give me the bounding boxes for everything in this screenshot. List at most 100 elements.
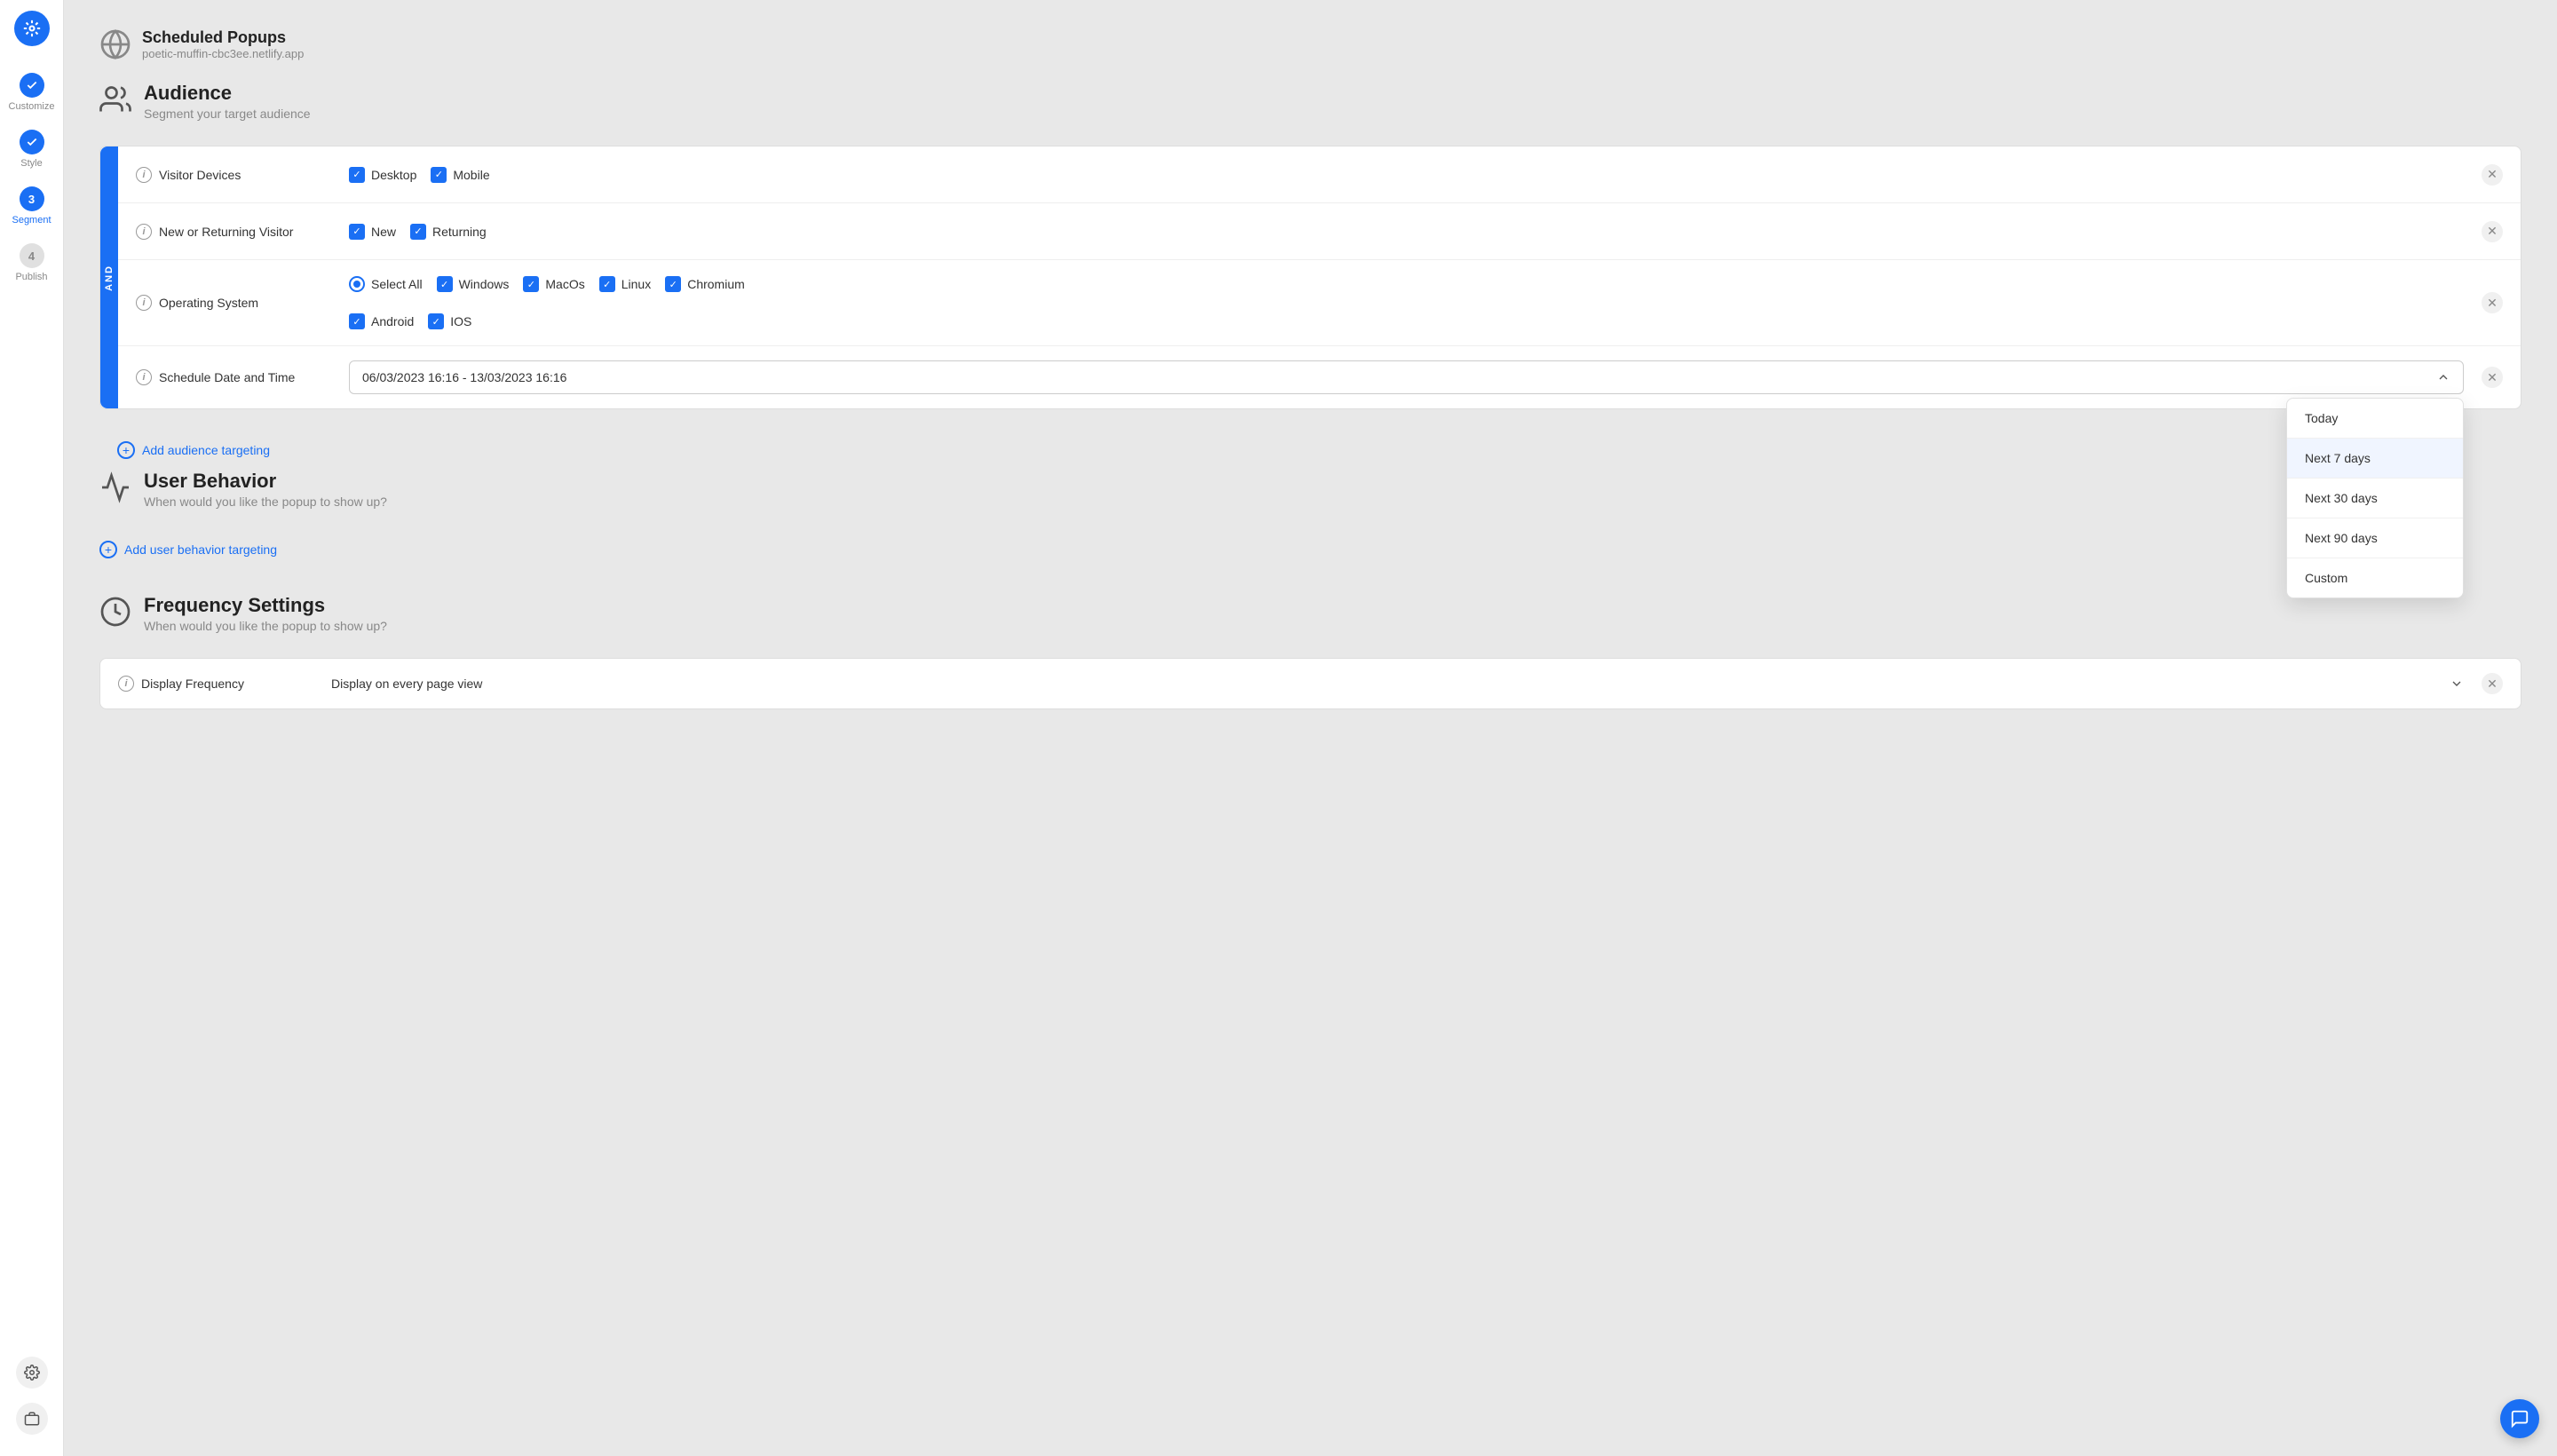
display-frequency-value: Display on every page view [331,677,482,691]
os-text: Operating System [159,296,258,310]
android-checkbox-item[interactable]: ✓ Android [349,313,414,329]
new-checkbox[interactable]: ✓ [349,224,365,240]
schedule-text: Schedule Date and Time [159,370,295,384]
os-content: Select All ✓ Windows ✓ MacOs [349,276,2464,329]
macos-checkbox[interactable]: ✓ [523,276,539,292]
user-behavior-subtitle: When would you like the popup to show up… [144,495,387,509]
new-checkbox-item[interactable]: ✓ New [349,224,396,240]
sidebar-label-publish: Publish [15,272,47,282]
visitor-devices-text: Visitor Devices [159,168,241,182]
chromium-label: Chromium [687,277,745,291]
linux-checkbox-item[interactable]: ✓ Linux [599,276,651,292]
select-all-item[interactable]: Select All [349,276,423,292]
user-behavior-title: User Behavior [144,470,387,493]
os-delete-button[interactable]: ✕ [2482,292,2503,313]
display-freq-delete-button[interactable]: ✕ [2482,673,2503,694]
new-returning-label: i New or Returning Visitor [136,224,331,240]
top-bar-info: Scheduled Popups poetic-muffin-cbc3ee.ne… [142,28,304,60]
audience-subtitle: Segment your target audience [144,107,311,121]
dropdown-custom[interactable]: Custom [2287,558,2463,597]
chromium-checkbox[interactable]: ✓ [665,276,681,292]
dropdown-today[interactable]: Today [2287,399,2463,439]
frequency-icon [99,596,131,628]
windows-checkbox[interactable]: ✓ [437,276,453,292]
mobile-checkmark: ✓ [435,169,443,180]
display-frequency-text: Display Frequency [141,677,244,691]
new-returning-content: ✓ New ✓ Returning [349,224,2464,240]
mobile-checkbox-item[interactable]: ✓ Mobile [431,167,489,183]
display-freq-info-icon[interactable]: i [118,676,134,692]
audience-icon [99,83,131,115]
visitor-devices-info-icon[interactable]: i [136,167,152,183]
os-row: i Operating System Select All ✓ Wi [118,260,2521,346]
windows-checkbox-item[interactable]: ✓ Windows [437,276,510,292]
app-logo[interactable] [14,11,50,46]
desktop-checkbox[interactable]: ✓ [349,167,365,183]
ios-checkbox[interactable]: ✓ [428,313,444,329]
briefcase-icon-button[interactable] [16,1403,48,1435]
new-returning-info-icon[interactable]: i [136,224,152,240]
add-audience-targeting[interactable]: + Add audience targeting [99,431,2521,470]
display-frequency-select[interactable]: Display on every page view [331,677,2464,691]
mobile-label: Mobile [453,168,489,182]
page-url: poetic-muffin-cbc3ee.netlify.app [142,47,304,60]
chat-button[interactable] [2500,1399,2539,1438]
ios-checkbox-item[interactable]: ✓ IOS [428,313,471,329]
sidebar-item-segment[interactable]: 3 Segment [0,178,63,234]
main-content: Scheduled Popups poetic-muffin-cbc3ee.ne… [64,0,2557,1456]
schedule-info-icon[interactable]: i [136,369,152,385]
dropdown-next-30[interactable]: Next 30 days [2287,479,2463,518]
globe-icon [99,28,131,60]
visitor-devices-label: i Visitor Devices [136,167,331,183]
dropdown-next-90[interactable]: Next 90 days [2287,518,2463,558]
chromium-checkbox-item[interactable]: ✓ Chromium [665,276,745,292]
new-returning-delete-button[interactable]: ✕ [2482,221,2503,242]
linux-checkbox[interactable]: ✓ [599,276,615,292]
display-frequency-row: i Display Frequency Display on every pag… [99,658,2521,709]
ios-label: IOS [450,314,471,328]
sidebar-item-publish[interactable]: 4 Publish [0,234,63,291]
radio-dot [353,281,360,288]
android-label: Android [371,314,414,328]
date-row-content: 06/03/2023 16:16 - 13/03/2023 16:16 Toda… [349,360,2464,394]
sidebar-label-segment: Segment [12,215,51,226]
page-title: Scheduled Popups [142,28,304,47]
chevron-down-icon [2450,677,2464,691]
frequency-title-block: Frequency Settings When would you like t… [144,594,387,633]
new-checkmark: ✓ [352,226,360,237]
audience-title-block: Audience Segment your target audience [144,82,311,121]
schedule-row: i Schedule Date and Time 06/03/2023 16:1… [118,346,2521,408]
schedule-delete-button[interactable]: ✕ [2482,367,2503,388]
date-input-field[interactable]: 06/03/2023 16:16 - 13/03/2023 16:16 [349,360,2464,394]
sidebar-item-style[interactable]: Style [0,121,63,178]
add-behavior-label: Add user behavior targeting [124,542,277,557]
os-info-icon[interactable]: i [136,295,152,311]
windows-label: Windows [459,277,510,291]
visitor-devices-row: i Visitor Devices ✓ Desktop ✓ Mobil [118,146,2521,203]
add-behavior-link[interactable]: + Add user behavior targeting [99,534,2521,566]
android-checkbox[interactable]: ✓ [349,313,365,329]
schedule-label: i Schedule Date and Time [136,369,331,385]
mobile-checkbox[interactable]: ✓ [431,167,447,183]
segment-panel: AND i Visitor Devices ✓ Desktop [99,146,2521,409]
and-label: AND [104,265,115,291]
visitor-devices-delete-button[interactable]: ✕ [2482,164,2503,186]
settings-icon-button[interactable] [16,1357,48,1389]
behavior-icon [99,471,131,503]
desktop-checkbox-item[interactable]: ✓ Desktop [349,167,416,183]
returning-checkbox-item[interactable]: ✓ Returning [410,224,487,240]
select-all-radio[interactable] [349,276,365,292]
desktop-checkmark: ✓ [352,169,360,180]
sidebar-label-customize: Customize [9,101,55,112]
dropdown-next-7[interactable]: Next 7 days [2287,439,2463,479]
sidebar-item-customize[interactable]: Customize [0,64,63,121]
audience-section-header: Audience Segment your target audience [99,82,2521,121]
user-behavior-section: User Behavior When would you like the po… [99,470,2521,566]
sidebar-bottom [16,1357,48,1445]
macos-checkbox-item[interactable]: ✓ MacOs [523,276,584,292]
returning-checkmark: ✓ [414,226,422,237]
new-label: New [371,225,396,239]
chevron-up-icon [2436,370,2450,384]
step-circle-publish: 4 [20,243,44,268]
returning-checkbox[interactable]: ✓ [410,224,426,240]
